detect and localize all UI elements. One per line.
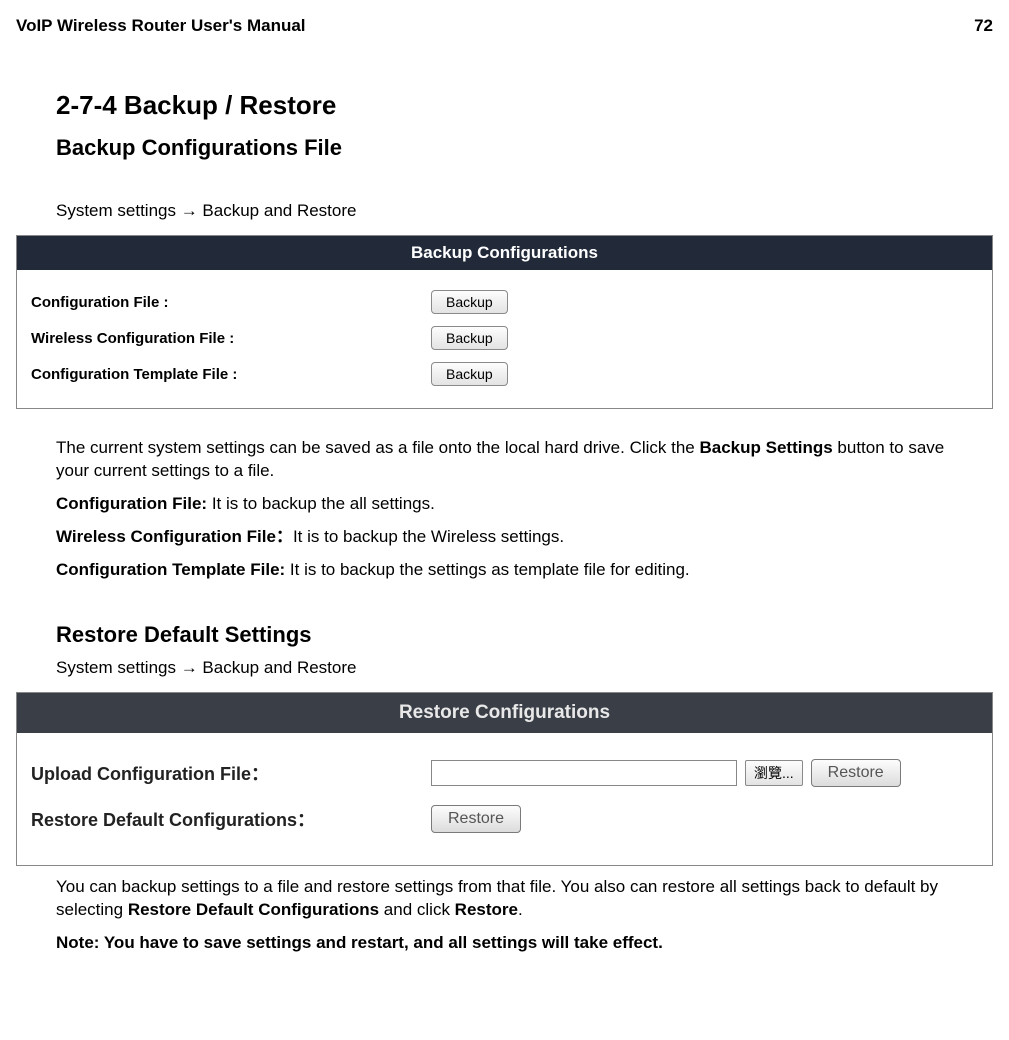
restore-panel-title: Restore Configurations — [17, 693, 992, 733]
backup-configurations-panel: Backup Configurations Configuration File… — [16, 235, 993, 409]
manual-title: VoIP Wireless Router User's Manual — [16, 16, 306, 36]
text-fragment: and click — [379, 900, 455, 919]
sub-heading-restore: Restore Default Settings — [56, 622, 953, 648]
text-bold: Configuration Template File: — [56, 560, 285, 579]
config-file-row: Configuration File : Backup — [25, 290, 984, 314]
note-text: Note: You have to save settings and rest… — [56, 932, 953, 955]
text-bold: Configuration File: — [56, 494, 207, 513]
browse-button[interactable]: 瀏覽... — [745, 760, 803, 786]
nav-path-restore: System settings → Backup and Restore — [56, 658, 953, 678]
nav-path-backup: System settings → Backup and Restore — [56, 201, 953, 221]
text-fragment: . — [518, 900, 523, 919]
backup-description: The current system settings can be saved… — [56, 437, 953, 483]
content-area: 2-7-4 Backup / Restore Backup Configurat… — [56, 90, 953, 955]
backup-config-template-button[interactable]: Backup — [431, 362, 508, 386]
config-template-description: Configuration Template File: It is to ba… — [56, 559, 953, 582]
backup-config-file-button[interactable]: Backup — [431, 290, 508, 314]
text-bold: Restore Default Configurations — [128, 900, 379, 919]
restore-panel-body: Upload Configuration File： 瀏覽... Restore… — [17, 733, 992, 865]
text-bold: Backup Settings — [700, 438, 833, 457]
text-fragment: It is to backup the settings as template… — [285, 560, 689, 579]
restore-default-row: Restore Default Configurations： Restore — [27, 805, 982, 833]
config-template-file-label: Configuration Template File : — [25, 366, 431, 383]
config-file-label: Configuration File : — [25, 294, 431, 311]
upload-config-file-input[interactable] — [431, 760, 737, 786]
text-bold: Wireless Configuration File： — [56, 527, 293, 546]
section-heading: 2-7-4 Backup / Restore — [56, 90, 953, 121]
upload-config-row: Upload Configuration File： 瀏覽... Restore — [27, 759, 982, 787]
restore-upload-button[interactable]: Restore — [811, 759, 901, 787]
text-fragment: It is to backup the all settings. — [207, 494, 435, 513]
page-number: 72 — [974, 16, 993, 36]
restore-default-label: Restore Default Configurations： — [27, 806, 431, 832]
text-fragment: The current system settings can be saved… — [56, 438, 700, 457]
text-bold: Restore — [455, 900, 518, 919]
wireless-config-file-row: Wireless Configuration File : Backup — [25, 326, 984, 350]
backup-wireless-config-button[interactable]: Backup — [431, 326, 508, 350]
sub-heading-backup: Backup Configurations File — [56, 135, 953, 161]
upload-config-label: Upload Configuration File： — [27, 760, 431, 786]
config-template-file-row: Configuration Template File : Backup — [25, 362, 984, 386]
restore-description: You can backup settings to a file and re… — [56, 876, 953, 922]
text-fragment: It is to backup the Wireless settings. — [293, 527, 564, 546]
wireless-config-description: Wireless Configuration File：It is to bac… — [56, 526, 953, 549]
restore-configurations-panel: Restore Configurations Upload Configurat… — [16, 692, 993, 866]
backup-panel-title: Backup Configurations — [17, 236, 992, 270]
backup-panel-body: Configuration File : Backup Wireless Con… — [17, 270, 992, 408]
restore-default-button[interactable]: Restore — [431, 805, 521, 833]
wireless-config-file-label: Wireless Configuration File : — [25, 330, 431, 347]
config-file-description: Configuration File: It is to backup the … — [56, 493, 953, 516]
page-header: VoIP Wireless Router User's Manual 72 — [16, 16, 993, 36]
